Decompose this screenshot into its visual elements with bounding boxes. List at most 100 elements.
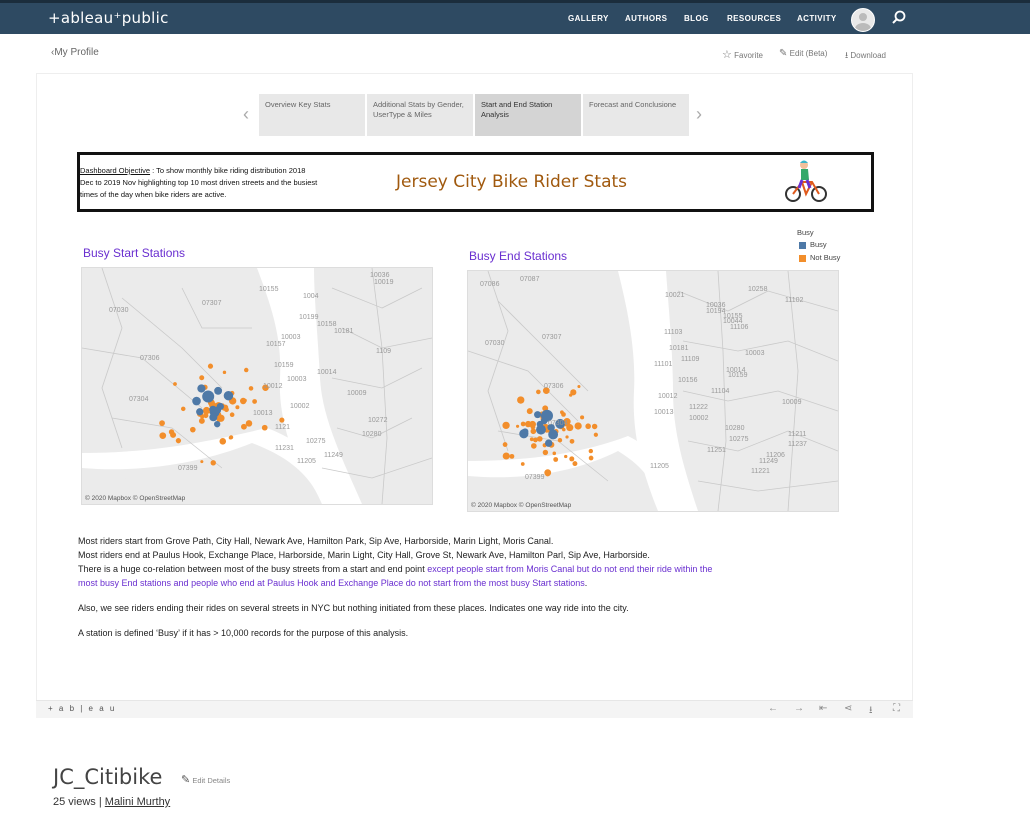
- not-busy-station-marker[interactable]: [200, 460, 204, 464]
- not-busy-station-marker[interactable]: [574, 422, 582, 430]
- nav-gallery[interactable]: GALLERY: [568, 14, 609, 23]
- not-busy-station-marker[interactable]: [229, 435, 234, 440]
- not-busy-station-marker[interactable]: [520, 462, 525, 466]
- share-icon[interactable]: ⋖: [844, 703, 852, 714]
- story-prev-arrow[interactable]: ‹: [243, 104, 249, 125]
- not-busy-station-marker[interactable]: [565, 435, 569, 439]
- not-busy-station-marker[interactable]: [235, 405, 240, 410]
- not-busy-station-marker[interactable]: [217, 414, 225, 422]
- busy-station-marker[interactable]: [521, 428, 529, 435]
- nav-authors[interactable]: AUTHORS: [625, 14, 667, 23]
- not-busy-station-marker[interactable]: [536, 389, 541, 395]
- not-busy-station-marker[interactable]: [210, 460, 216, 466]
- not-busy-station-marker[interactable]: [502, 421, 510, 430]
- author-link[interactable]: Malini Murthy: [105, 796, 170, 808]
- not-busy-station-marker[interactable]: [252, 399, 257, 404]
- busy-station-marker[interactable]: [209, 413, 218, 422]
- not-busy-station-marker[interactable]: [229, 412, 235, 418]
- revert-icon[interactable]: ⇤: [819, 703, 827, 714]
- not-busy-station-marker[interactable]: [545, 472, 550, 477]
- not-busy-station-marker[interactable]: [553, 457, 559, 462]
- not-busy-station-marker[interactable]: [570, 389, 577, 396]
- busy-station-marker[interactable]: [192, 396, 201, 406]
- not-busy-station-marker[interactable]: [222, 370, 227, 375]
- busy-station-marker[interactable]: [540, 417, 548, 425]
- busy-station-marker[interactable]: [196, 408, 204, 416]
- legend-item-not-busy[interactable]: Not Busy: [799, 253, 840, 262]
- not-busy-station-marker[interactable]: [245, 420, 253, 427]
- undo-icon[interactable]: ←: [768, 703, 778, 714]
- busy-station-marker[interactable]: [544, 439, 553, 447]
- not-busy-station-marker[interactable]: [591, 423, 598, 430]
- edit-beta-button[interactable]: ✎ Edit (Beta): [779, 48, 827, 59]
- not-busy-station-marker[interactable]: [244, 367, 249, 373]
- busy-end-stations-map[interactable]: 07087 07086 10258 10021 11102 10036 10194 10155…: [467, 270, 839, 512]
- not-busy-station-marker[interactable]: [526, 408, 533, 415]
- not-busy-station-marker[interactable]: [593, 432, 599, 437]
- not-busy-station-marker[interactable]: [537, 436, 543, 442]
- not-busy-station-marker[interactable]: [520, 421, 526, 427]
- not-busy-station-marker[interactable]: [241, 423, 247, 430]
- not-busy-station-marker[interactable]: [261, 424, 268, 431]
- back-to-profile-link[interactable]: ‹My Profile: [51, 47, 99, 58]
- not-busy-station-marker[interactable]: [562, 427, 566, 432]
- not-busy-station-marker[interactable]: [552, 451, 557, 456]
- not-busy-station-marker[interactable]: [515, 424, 520, 428]
- busy-station-marker[interactable]: [223, 390, 234, 401]
- tableau-public-logo[interactable]: +ableau⁺public: [48, 9, 169, 27]
- not-busy-station-marker[interactable]: [199, 375, 205, 381]
- not-busy-station-marker[interactable]: [502, 452, 510, 460]
- busy-station-marker[interactable]: [214, 420, 221, 428]
- story-tab-overview[interactable]: Overview Key Stats: [259, 94, 365, 136]
- not-busy-station-marker[interactable]: [180, 406, 186, 412]
- download-toolbar-icon[interactable]: ⭳: [869, 703, 873, 720]
- edit-details-button[interactable]: ✎ Edit Details: [181, 773, 230, 786]
- busy-station-marker[interactable]: [202, 390, 215, 403]
- not-busy-station-marker[interactable]: [198, 418, 205, 424]
- not-busy-station-marker[interactable]: [585, 423, 591, 430]
- not-busy-station-marker[interactable]: [531, 443, 537, 449]
- not-busy-station-marker[interactable]: [577, 384, 581, 389]
- busy-station-marker[interactable]: [214, 386, 223, 395]
- story-next-arrow[interactable]: ›: [696, 104, 702, 125]
- story-tab-additional-stats[interactable]: Additional Stats by Gender, UserType & M…: [367, 94, 473, 136]
- not-busy-station-marker[interactable]: [243, 398, 247, 403]
- not-busy-station-marker[interactable]: [279, 417, 285, 423]
- download-button[interactable]: ⭳ Download: [845, 48, 886, 64]
- not-busy-station-marker[interactable]: [175, 438, 182, 444]
- not-busy-station-marker[interactable]: [530, 424, 536, 430]
- not-busy-station-marker[interactable]: [170, 431, 177, 438]
- story-tab-forecast[interactable]: Forecast and Conclusione: [583, 94, 689, 136]
- busy-station-marker[interactable]: [548, 429, 559, 440]
- not-busy-station-marker[interactable]: [207, 363, 214, 369]
- story-tab-station-analysis[interactable]: Start and End Station Analysis: [475, 94, 581, 136]
- not-busy-station-marker[interactable]: [580, 415, 585, 420]
- end-map-canvas[interactable]: [468, 271, 838, 511]
- nav-activity[interactable]: ACTIVITY: [797, 14, 837, 23]
- busy-station-marker[interactable]: [213, 406, 222, 414]
- not-busy-station-marker[interactable]: [517, 396, 525, 404]
- start-map-canvas[interactable]: [82, 268, 432, 504]
- favorite-button[interactable]: ☆ Favorite: [722, 48, 763, 61]
- not-busy-station-marker[interactable]: [557, 437, 563, 443]
- not-busy-station-marker[interactable]: [529, 437, 534, 442]
- nav-blog[interactable]: BLOG: [684, 14, 709, 23]
- not-busy-station-marker[interactable]: [509, 453, 515, 459]
- busy-station-marker[interactable]: [534, 411, 542, 419]
- not-busy-station-marker[interactable]: [159, 420, 165, 427]
- not-busy-station-marker[interactable]: [569, 456, 575, 462]
- not-busy-station-marker[interactable]: [588, 455, 594, 461]
- tableau-toolbar-logo[interactable]: + a b | e a u: [48, 704, 116, 713]
- not-busy-station-marker[interactable]: [572, 461, 578, 467]
- nav-resources[interactable]: RESOURCES: [727, 14, 781, 23]
- legend-item-busy[interactable]: Busy: [799, 240, 827, 249]
- not-busy-station-marker[interactable]: [561, 412, 566, 417]
- not-busy-station-marker[interactable]: [224, 407, 229, 413]
- user-avatar[interactable]: [851, 8, 875, 32]
- not-busy-station-marker[interactable]: [173, 382, 177, 386]
- not-busy-station-marker[interactable]: [502, 442, 508, 447]
- search-icon[interactable]: [892, 10, 906, 24]
- busy-start-stations-map[interactable]: 10036 10019 10155 1004 07307 07030 10199 10158 1…: [81, 267, 433, 505]
- not-busy-station-marker[interactable]: [588, 448, 594, 454]
- not-busy-station-marker[interactable]: [525, 420, 532, 428]
